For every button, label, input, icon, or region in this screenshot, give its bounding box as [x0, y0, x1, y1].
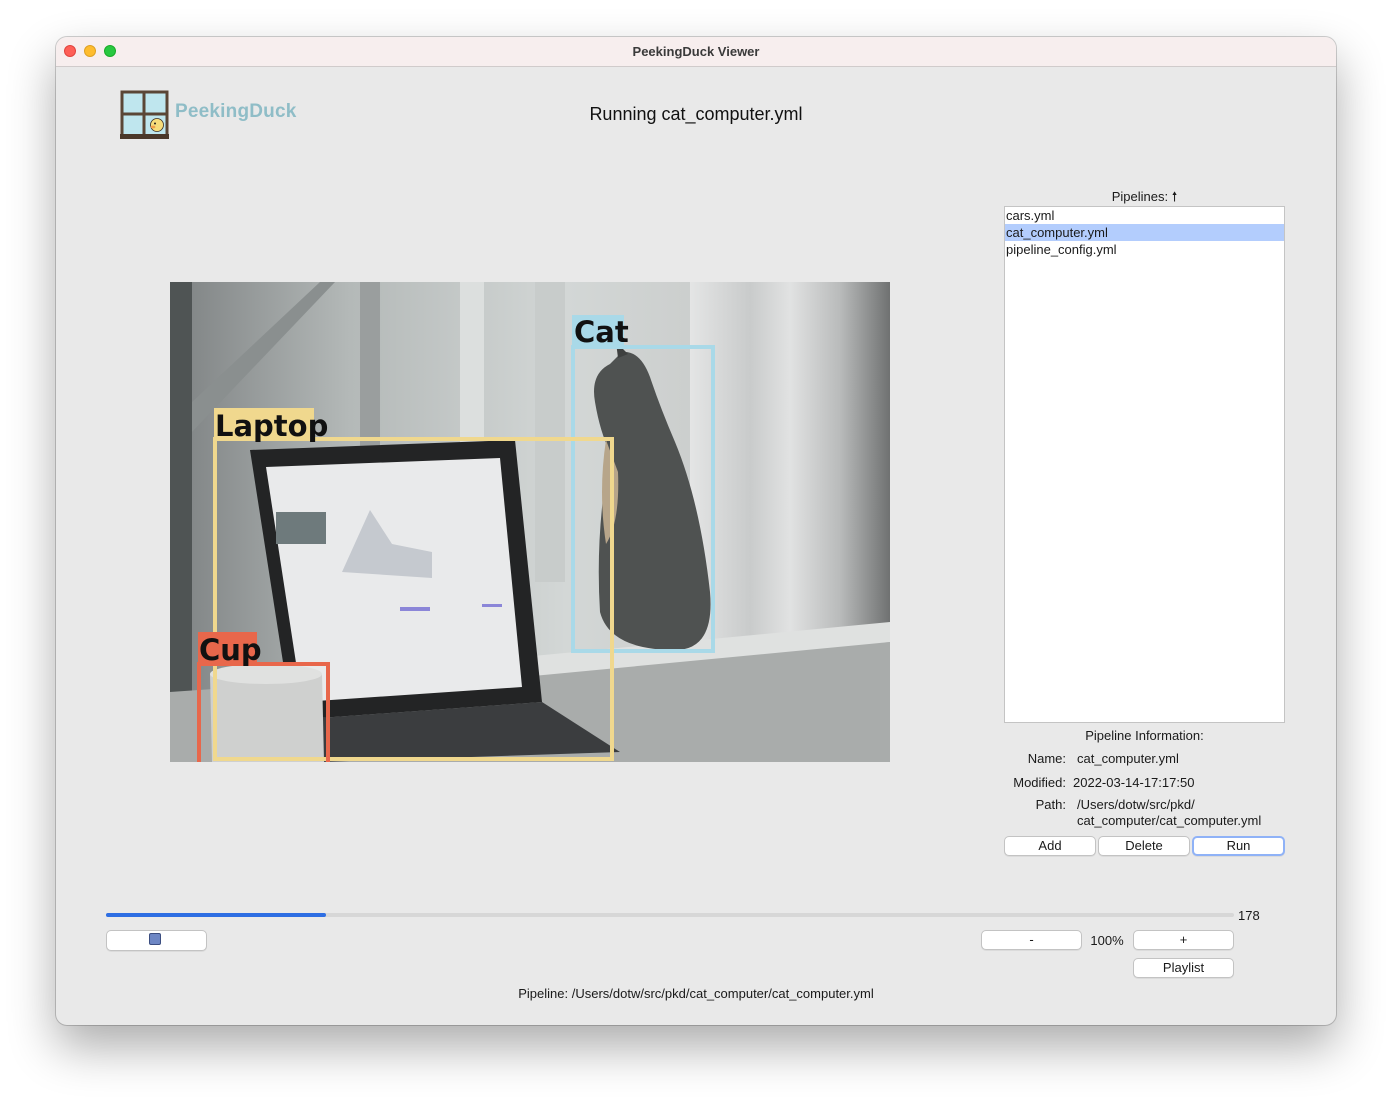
stop-icon [149, 933, 161, 945]
detection-label-laptop: Laptop [215, 409, 328, 443]
title-bar: PeekingDuck Viewer [56, 37, 1336, 67]
info-path-value-line1: /Users/dotw/src/pkd/ [1077, 797, 1195, 812]
delete-button[interactable]: Delete [1098, 836, 1190, 856]
add-button[interactable]: Add [1004, 836, 1096, 856]
pipeline-item[interactable]: pipeline_config.yml [1005, 241, 1284, 258]
detection-label-cup: Cup [199, 633, 262, 667]
playback-progress-slider[interactable] [106, 913, 1234, 917]
detection-label-cat: Cat [574, 315, 629, 349]
info-path-row: Path: /Users/dotw/src/pkd/ cat_computer/… [1004, 797, 1285, 831]
viewer-window: PeekingDuck Viewer PeekingDuck Running c… [56, 37, 1336, 1025]
info-name-key: Name: [1027, 751, 1066, 766]
info-name-value: cat_computer.yml [1077, 751, 1179, 766]
peekingduck-logo-icon [120, 90, 169, 144]
window-title: PeekingDuck Viewer [632, 44, 760, 59]
running-status-title: Running cat_computer.yml [589, 104, 803, 124]
run-button[interactable]: Run [1192, 836, 1285, 856]
status-pipeline-path: Pipeline: /Users/dotw/src/pkd/cat_comput… [518, 986, 874, 1001]
info-modified-key: Modified: [1013, 775, 1066, 790]
playback-progress-fill [106, 913, 326, 917]
zoom-in-button[interactable]: + [1133, 930, 1234, 950]
pipeline-item-selected[interactable]: cat_computer.yml [1005, 224, 1284, 241]
frame-count: 178 [1238, 908, 1260, 923]
pipelines-list[interactable]: cars.yml cat_computer.yml pipeline_confi… [1004, 206, 1285, 723]
pipeline-info-title: Pipeline Information: [1085, 728, 1204, 743]
info-path-value-line2: cat_computer/cat_computer.yml [1077, 813, 1262, 828]
zoom-out-button[interactable]: - [981, 930, 1082, 950]
zoom-level: 100% [1090, 933, 1124, 948]
playlist-button[interactable]: Playlist [1133, 958, 1234, 978]
logo-text: PeekingDuck [175, 101, 297, 122]
pipeline-item[interactable]: cars.yml [1005, 207, 1284, 224]
video-frame: Cat Laptop Cup [170, 282, 890, 762]
info-path-key: Path: [1035, 797, 1066, 812]
info-modified-value: 2022-03-14-17:17:50 [1073, 775, 1195, 790]
